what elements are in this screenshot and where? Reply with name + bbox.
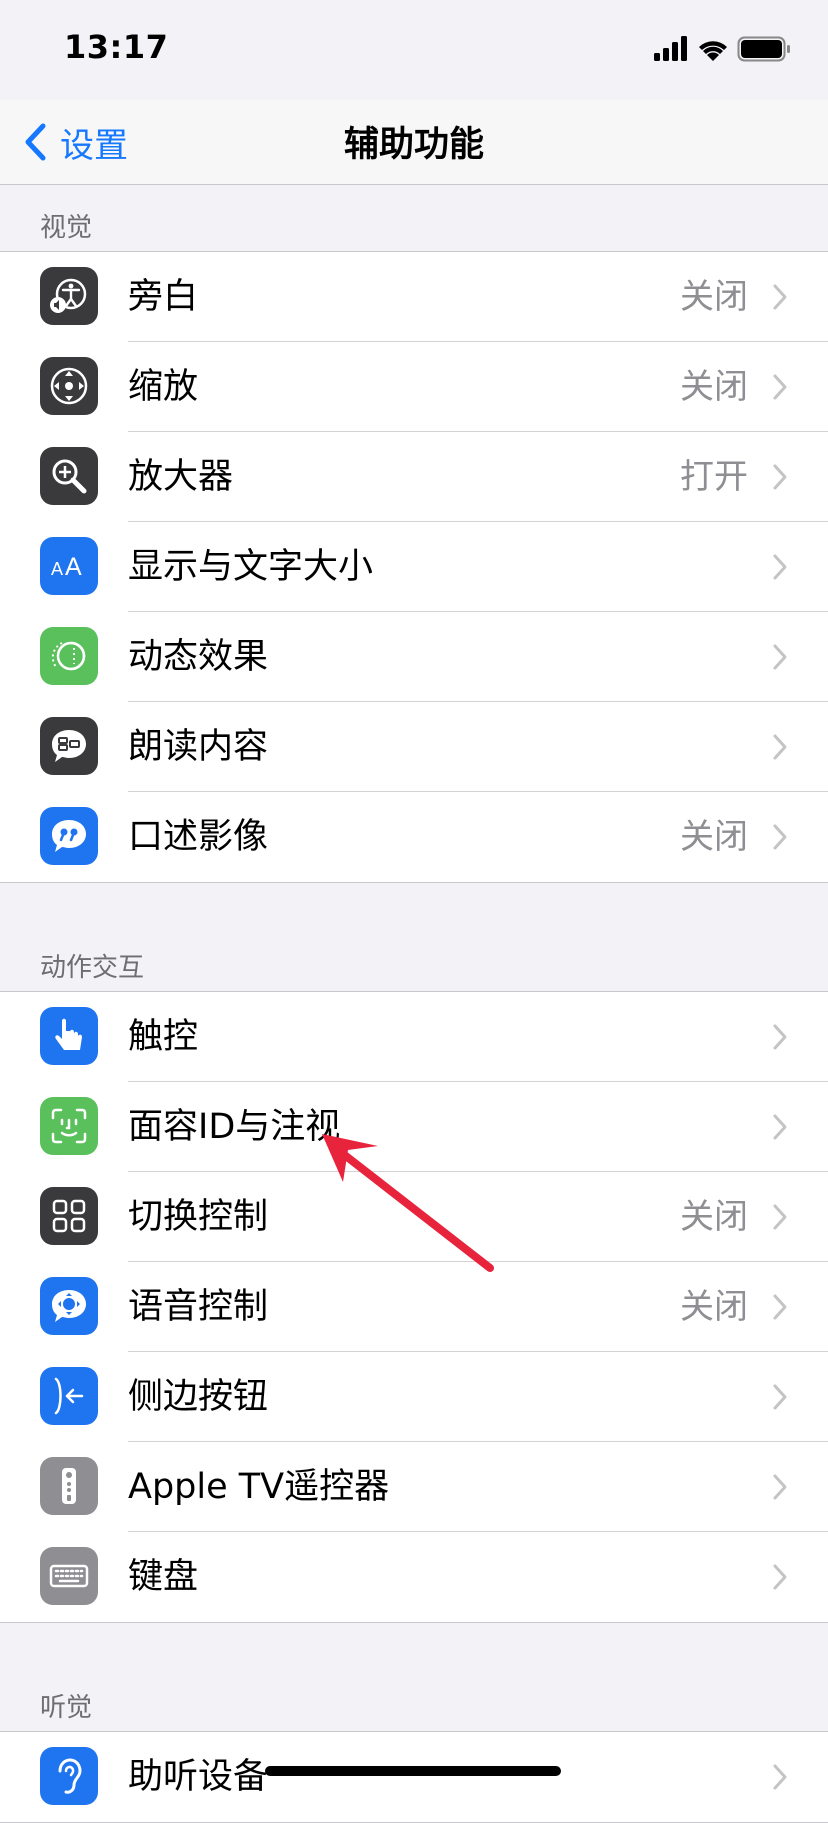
chevron-right-icon [773,554,787,580]
row-face-id-attention[interactable]: 面容ID与注视 [0,1082,828,1172]
row-value: 打开 [680,457,748,497]
row-value: 关闭 [680,277,748,317]
row-display-text-size[interactable]: AA 显示与文字大小 [0,522,828,612]
row-label: 语音控制 [128,1287,269,1327]
row-value: 关闭 [680,1287,748,1327]
wifi-icon [699,41,727,61]
home-indicator [265,1766,561,1776]
chevron-right-icon [773,824,787,850]
row-audio-descriptions[interactable]: 口述影像 关闭 [0,792,828,882]
chevron-right-icon [773,1294,787,1320]
status-bar: 13:17 [0,0,828,100]
row-label: 助听设备 [128,1757,269,1797]
interaction-group: 触控 面容ID与注视 切换控制 关闭 语音控制 关闭 侧边按钮 Apple TV… [0,991,828,1623]
battery-icon [737,36,790,62]
chevron-right-icon [773,1204,787,1230]
row-label: 显示与文字大小 [128,547,374,587]
switch-control-icon [40,1187,98,1245]
row-apple-tv-remote[interactable]: Apple TV遥控器 [0,1442,828,1532]
row-label: 放大器 [128,457,234,497]
chevron-right-icon [773,1564,787,1590]
row-label: 面容ID与注视 [128,1107,341,1147]
row-label: 侧边按钮 [128,1377,269,1417]
zoom-icon [40,357,98,415]
row-label: 切换控制 [128,1197,269,1237]
svg-text:A: A [65,553,82,581]
row-magnifier[interactable]: 放大器 打开 [0,432,828,522]
row-label: 触控 [128,1017,199,1057]
page-title: 辅助功能 [343,125,484,165]
hearing-devices-icon [40,1747,98,1805]
chevron-right-icon [773,1474,787,1500]
row-motion[interactable]: 动态效果 [0,612,828,702]
audio-description-icon [40,807,98,865]
chevron-right-icon [773,374,787,400]
hearing-group: 助听设备 [0,1731,828,1823]
cellular-signal-icon [654,36,687,61]
row-label: 口述影像 [128,817,269,857]
chevron-right-icon [773,464,787,490]
voice-control-icon [40,1277,98,1335]
row-keyboard[interactable]: 键盘 [0,1532,828,1622]
face-id-icon [40,1097,98,1155]
keyboard-icon [40,1547,98,1605]
svg-text:A: A [51,559,63,579]
motion-icon [40,627,98,685]
row-label: 旁白 [128,277,199,317]
chevron-right-icon [773,734,787,760]
chevron-right-icon [773,1764,787,1790]
row-hearing-devices[interactable]: 助听设备 [0,1732,828,1822]
chevron-right-icon [773,1024,787,1050]
text-size-icon: AA [40,537,98,595]
spoken-content-icon [40,717,98,775]
chevron-right-icon [773,1384,787,1410]
row-label: 朗读内容 [128,727,269,767]
row-voiceover[interactable]: 旁白 关闭 [0,252,828,342]
row-side-button[interactable]: 侧边按钮 [0,1352,828,1442]
section-header-interaction: 动作交互 [40,953,145,983]
status-icons [654,36,790,62]
chevron-right-icon [773,1114,787,1140]
section-header-hearing: 听觉 [40,1693,93,1723]
row-spoken-content[interactable]: 朗读内容 [0,702,828,792]
chevron-right-icon [773,284,787,310]
row-switch-control[interactable]: 切换控制 关闭 [0,1172,828,1262]
row-label: 键盘 [128,1557,199,1597]
chevron-right-icon [773,644,787,670]
row-value: 关闭 [680,367,748,407]
navigation-bar: 设置 辅助功能 [0,100,828,185]
touch-icon [40,1007,98,1065]
section-header-vision: 视觉 [40,213,93,243]
row-voice-control[interactable]: 语音控制 关闭 [0,1262,828,1352]
status-time: 13:17 [64,28,169,66]
row-value: 关闭 [680,817,748,857]
magnifier-icon [40,447,98,505]
apple-tv-remote-icon [40,1457,98,1515]
row-label: 动态效果 [128,637,269,677]
row-label: 缩放 [128,367,199,407]
side-button-icon [40,1367,98,1425]
row-zoom[interactable]: 缩放 关闭 [0,342,828,432]
row-value: 关闭 [680,1197,748,1237]
row-touch[interactable]: 触控 [0,992,828,1082]
vision-group: 旁白 关闭 缩放 关闭 放大器 打开 AA 显示与文字大小 动态效果 朗读内容 … [0,251,828,883]
row-label: Apple TV遥控器 [128,1467,390,1507]
voiceover-icon [40,267,98,325]
